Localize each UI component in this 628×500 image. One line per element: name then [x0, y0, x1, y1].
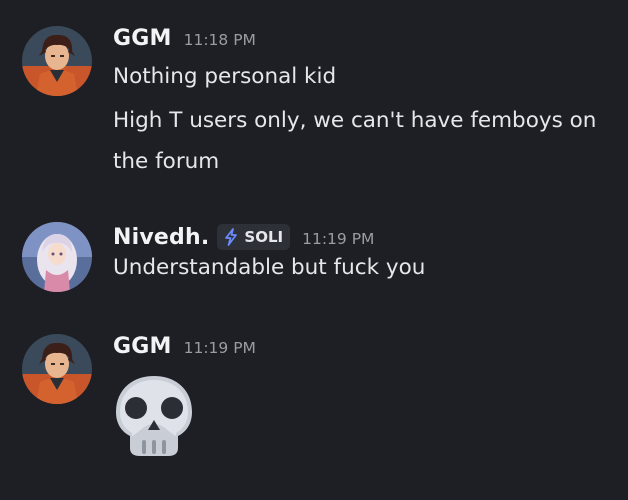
guild-tag[interactable]: SOLI — [217, 224, 291, 250]
username[interactable]: GGM — [113, 334, 172, 359]
message-text: High T users only, we can't have femboys… — [113, 108, 597, 174]
avatar-nivedh[interactable] — [22, 222, 92, 292]
username[interactable]: GGM — [113, 26, 172, 51]
timestamp: 11:18 PM — [183, 31, 256, 49]
guild-tag-label: SOLI — [244, 228, 284, 246]
skull-icon[interactable] — [114, 374, 194, 458]
message-text: Nothing personal kid — [113, 64, 337, 89]
timestamp: 11:19 PM — [302, 230, 375, 248]
message-text: Understandable but fuck you — [113, 255, 426, 280]
avatar-ggm[interactable] — [22, 334, 92, 404]
avatar-ggm[interactable] — [22, 26, 92, 96]
lightning-icon — [225, 228, 238, 246]
timestamp: 11:19 PM — [183, 339, 256, 357]
